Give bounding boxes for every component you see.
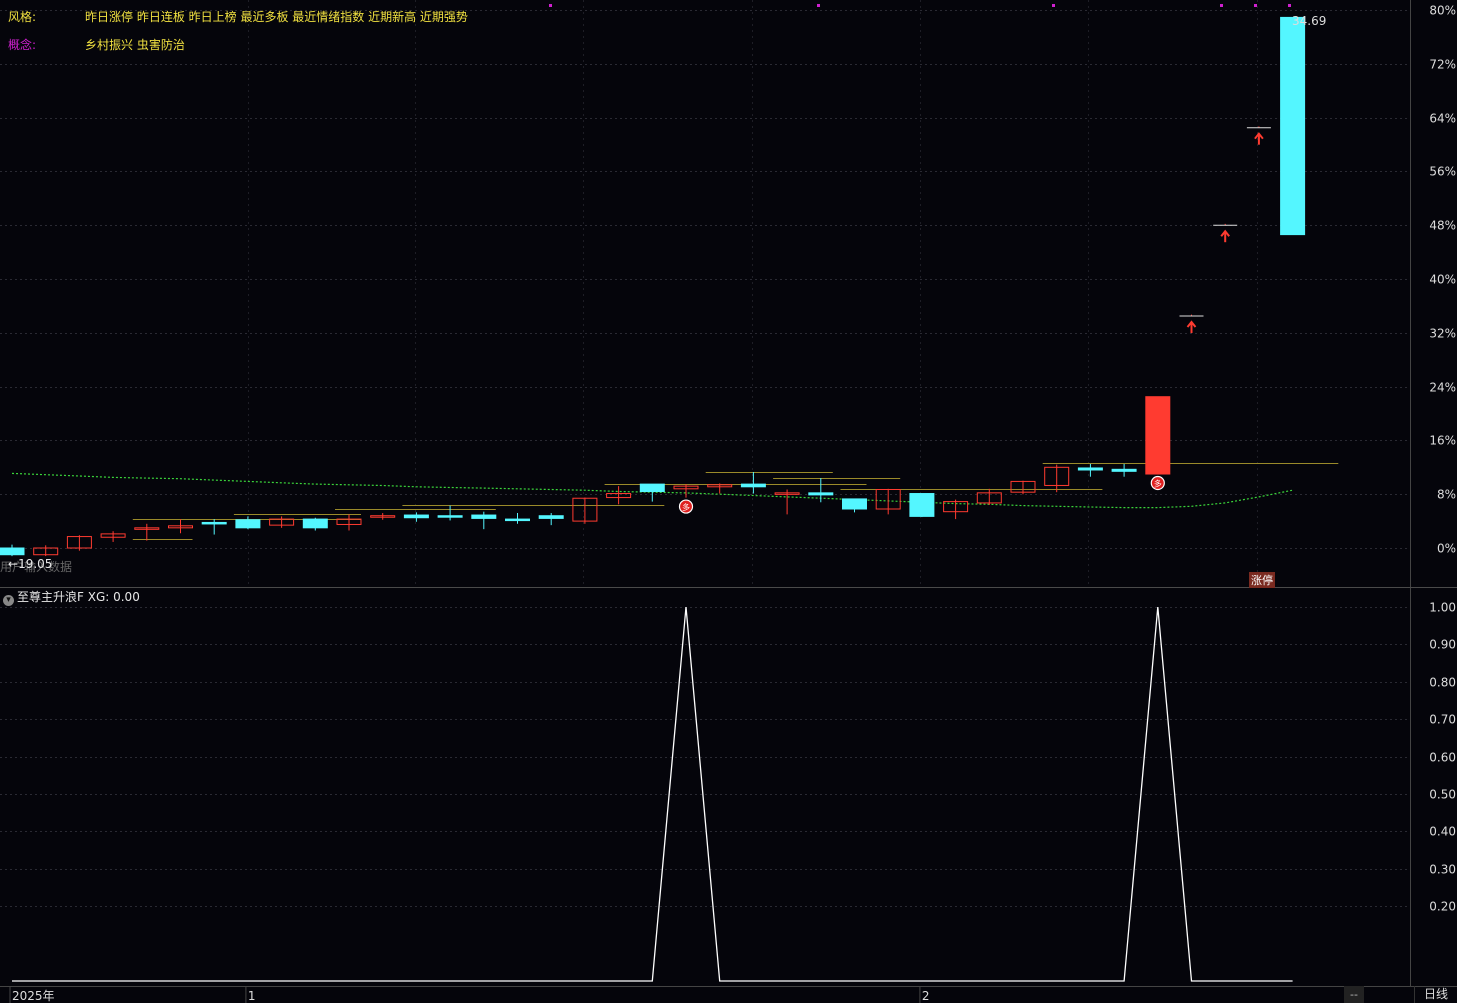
x-tick-label: 1 (248, 989, 256, 1003)
chevron-down-icon[interactable]: ▾ (3, 595, 14, 606)
arrow-left-icon: ← (8, 557, 19, 571)
y-tick-label: 8% (1437, 488, 1456, 502)
y-tick-label: 40% (1429, 273, 1456, 287)
y-tick-label: 0% (1437, 542, 1456, 556)
chart-background (0, 0, 1457, 1003)
candle-body (1077, 467, 1103, 471)
y-tick-label: 1.00 (1429, 601, 1456, 615)
signal-badge-icon: 多 (678, 499, 694, 514)
y-tick-label: 24% (1429, 381, 1456, 395)
candle-body (403, 514, 429, 519)
indicator-value: XG: 0.00 (87, 590, 140, 604)
marker-dot (1288, 4, 1291, 7)
marker-dot (1220, 4, 1223, 7)
limit-up-badge[interactable]: 涨停 (1249, 572, 1275, 588)
y-tick-label: 0.20 (1429, 900, 1456, 914)
candle-body (1280, 16, 1306, 236)
candle[interactable] (1280, 16, 1306, 236)
y-tick-label: 72% (1429, 58, 1456, 72)
candle-body (471, 514, 497, 519)
x-tick-label: 2025年 (12, 989, 55, 1003)
indicator-y-axis: 0.20 0.30 0.40 0.50 0.60 0.70 0.80 0.90 1.00 (1429, 601, 1456, 914)
max-price-label: 34.69 (1292, 14, 1327, 28)
candle-body (0, 547, 25, 556)
candle-body (437, 515, 463, 518)
x-tick-label: 2 (922, 989, 930, 1003)
candle-body (235, 519, 261, 529)
chart-canvas[interactable]: 0% 8% 16% 24% 32% 40% 48% 56% 64% 72% 80% 0.20 0.30… (0, 0, 1457, 1003)
y-tick-label: 0.90 (1429, 638, 1456, 652)
y-tick-label: 0.50 (1429, 788, 1456, 802)
marker-dot (817, 4, 820, 7)
candle-body (302, 518, 328, 529)
candle-body (201, 521, 227, 525)
y-tick-label: 0.80 (1429, 676, 1456, 690)
period-button[interactable]: 日线 (1414, 986, 1457, 1003)
candle[interactable] (909, 493, 935, 518)
candle-body (538, 515, 564, 519)
y-tick-label: 56% (1429, 165, 1456, 179)
candle-body (808, 492, 834, 496)
y-tick-label: 32% (1429, 327, 1456, 341)
scroll-dash-button[interactable]: -- (1344, 986, 1364, 1003)
style-tags[interactable]: 昨日涨停 昨日连板 昨日上榜 最近多板 最近情绪指数 近期新高 近期强势 (85, 8, 468, 25)
y-tick-label: 80% (1429, 4, 1456, 18)
candle-body (1111, 468, 1137, 472)
y-tick-label: 48% (1429, 219, 1456, 233)
y-tick-label: 0.30 (1429, 863, 1456, 877)
min-price-label: ←19.05 (8, 557, 53, 571)
marker-dot (1254, 4, 1257, 7)
indicator-title[interactable]: ▾ 至尊主升浪F XG: 0.00 (3, 588, 140, 606)
y-tick-label: 0.60 (1429, 751, 1456, 765)
candle[interactable] (1145, 396, 1171, 475)
candle-body (1145, 396, 1171, 475)
candle-body (909, 493, 935, 517)
candle-body (505, 518, 530, 522)
y-tick-label: 0.40 (1429, 825, 1456, 839)
signal-badge-icon: 多 (1150, 475, 1165, 491)
signal-glyph: 多 (682, 502, 690, 512)
concept-tags[interactable]: 乡村振兴 虫害防治 (85, 36, 185, 53)
candle-body (842, 498, 867, 510)
y-tick-label: 0.70 (1429, 713, 1456, 727)
concept-label: 概念: (8, 38, 37, 52)
style-label: 风格: (8, 10, 37, 24)
marker-dot (1052, 4, 1055, 7)
marker-dot (549, 4, 552, 7)
candle-body (740, 483, 766, 488)
y-tick-label: 16% (1429, 434, 1456, 448)
y-tick-label: 64% (1429, 112, 1456, 126)
signal-glyph: 多 (1154, 479, 1162, 489)
candle-body (639, 483, 665, 493)
